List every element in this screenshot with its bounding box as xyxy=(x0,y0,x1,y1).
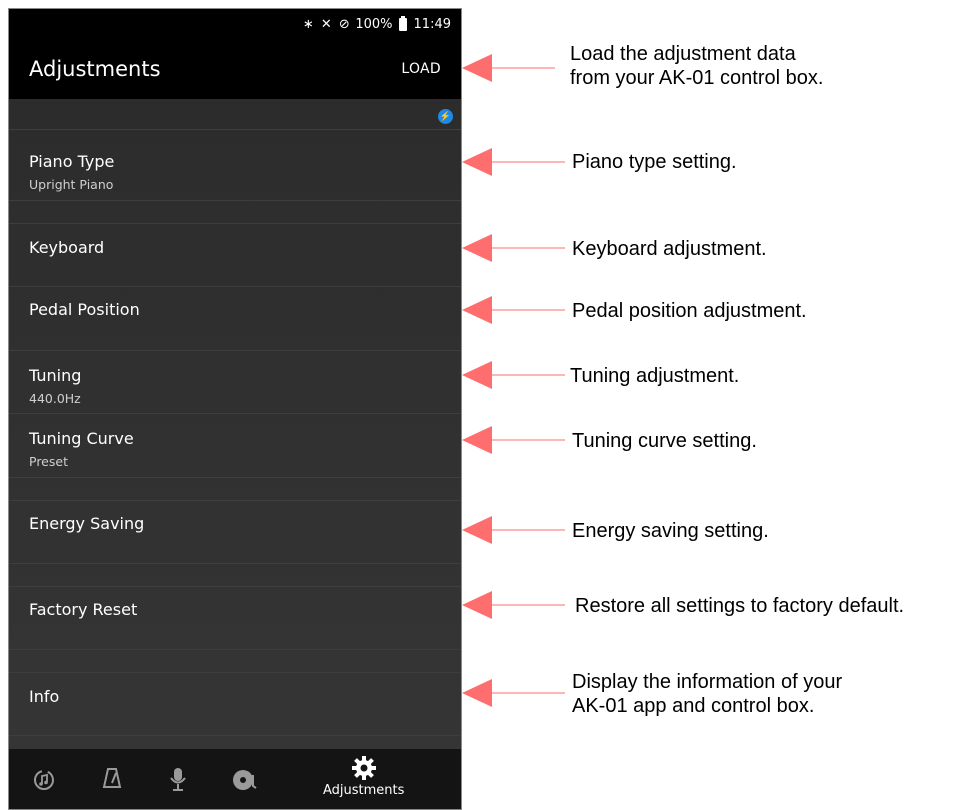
annotation-pedal: Pedal position adjustment. xyxy=(572,300,807,322)
nav-metronome[interactable] xyxy=(99,765,125,791)
nav-microphone[interactable] xyxy=(165,765,191,793)
setting-value: 440.0Hz xyxy=(29,391,81,406)
settings-list: ⚡ Piano Type Upright Piano Keyboard Peda… xyxy=(9,99,461,749)
battery-percent: 100% xyxy=(355,16,393,32)
nav-record[interactable] xyxy=(231,766,259,794)
setting-keyboard[interactable]: Keyboard xyxy=(29,238,449,257)
divider xyxy=(9,735,461,736)
microphone-icon xyxy=(170,768,186,791)
annotation-keyboard: Keyboard adjustment. xyxy=(572,238,767,260)
annotation-tuning-curve: Tuning curve setting. xyxy=(572,430,757,452)
battery-icon xyxy=(398,15,407,31)
divider xyxy=(9,586,461,587)
mute-icon: ✕ xyxy=(320,16,332,32)
setting-title: Piano Type xyxy=(29,152,115,171)
setting-pedal-position[interactable]: Pedal Position xyxy=(29,300,449,319)
nav-music-sync[interactable] xyxy=(31,767,57,793)
bottom-nav: Adjustments xyxy=(9,749,461,809)
setting-energy-saving[interactable]: Energy Saving xyxy=(29,514,449,533)
annotation-line: from your AK-01 control box. xyxy=(570,67,824,89)
status-bar: ∗ ✕ ⊘ 100% 11:49 xyxy=(9,9,461,39)
setting-title: Pedal Position xyxy=(29,300,140,319)
setting-tuning[interactable]: Tuning 440.0Hz xyxy=(29,366,449,406)
divider xyxy=(9,500,461,501)
annotation-line: Display the information of your xyxy=(572,671,843,693)
annotation-tuning: Tuning adjustment. xyxy=(570,365,740,387)
setting-factory-reset[interactable]: Factory Reset xyxy=(29,600,449,619)
setting-title: Info xyxy=(29,687,60,706)
clock: 11:49 xyxy=(413,16,451,32)
setting-title: Tuning Curve xyxy=(29,429,134,448)
divider xyxy=(9,286,461,287)
setting-piano-type[interactable]: Piano Type Upright Piano xyxy=(29,152,449,192)
app-bar: Adjustments LOAD xyxy=(9,39,461,99)
divider xyxy=(9,649,461,650)
annotation-factory: Restore all settings to factory default. xyxy=(575,595,905,617)
nav-adjustments[interactable]: Adjustments xyxy=(323,755,404,798)
divider xyxy=(9,350,461,351)
annotation-line: Load the adjustment data xyxy=(570,43,796,65)
setting-title: Keyboard xyxy=(29,238,105,257)
bluetooth-icon: ∗ xyxy=(302,16,314,32)
record-icon xyxy=(233,770,257,790)
setting-info[interactable]: Info xyxy=(29,687,449,706)
metronome-icon xyxy=(102,768,122,788)
annotation-piano-type: Piano type setting. xyxy=(572,151,737,173)
do-not-disturb-icon: ⊘ xyxy=(338,16,350,32)
annotation-load: Load the adjustment data from your AK-01… xyxy=(570,42,823,90)
setting-title: Factory Reset xyxy=(29,600,138,619)
setting-value: Upright Piano xyxy=(29,177,114,192)
page-title: Adjustments xyxy=(29,57,161,81)
divider xyxy=(9,223,461,224)
annotation-info: Display the information of your AK-01 ap… xyxy=(572,670,842,718)
divider xyxy=(9,477,461,478)
bluetooth-connected-icon: ⚡ xyxy=(438,109,453,124)
divider xyxy=(9,200,461,201)
divider xyxy=(9,413,461,414)
gear-icon xyxy=(351,756,376,780)
nav-label: Adjustments xyxy=(323,783,405,798)
load-button[interactable]: LOAD xyxy=(401,61,441,77)
divider xyxy=(9,672,461,673)
setting-title: Tuning xyxy=(29,366,82,385)
annotation-energy: Energy saving setting. xyxy=(572,520,769,542)
divider xyxy=(9,129,461,130)
annotation-line: AK-01 app and control box. xyxy=(572,695,815,717)
setting-title: Energy Saving xyxy=(29,514,145,533)
phone-screen: ∗ ✕ ⊘ 100% 11:49 Adjustments LOAD ⚡ Pian… xyxy=(8,8,462,810)
music-sync-icon xyxy=(34,770,54,790)
setting-value: Preset xyxy=(29,454,68,469)
setting-tuning-curve[interactable]: Tuning Curve Preset xyxy=(29,429,449,469)
divider xyxy=(9,563,461,564)
